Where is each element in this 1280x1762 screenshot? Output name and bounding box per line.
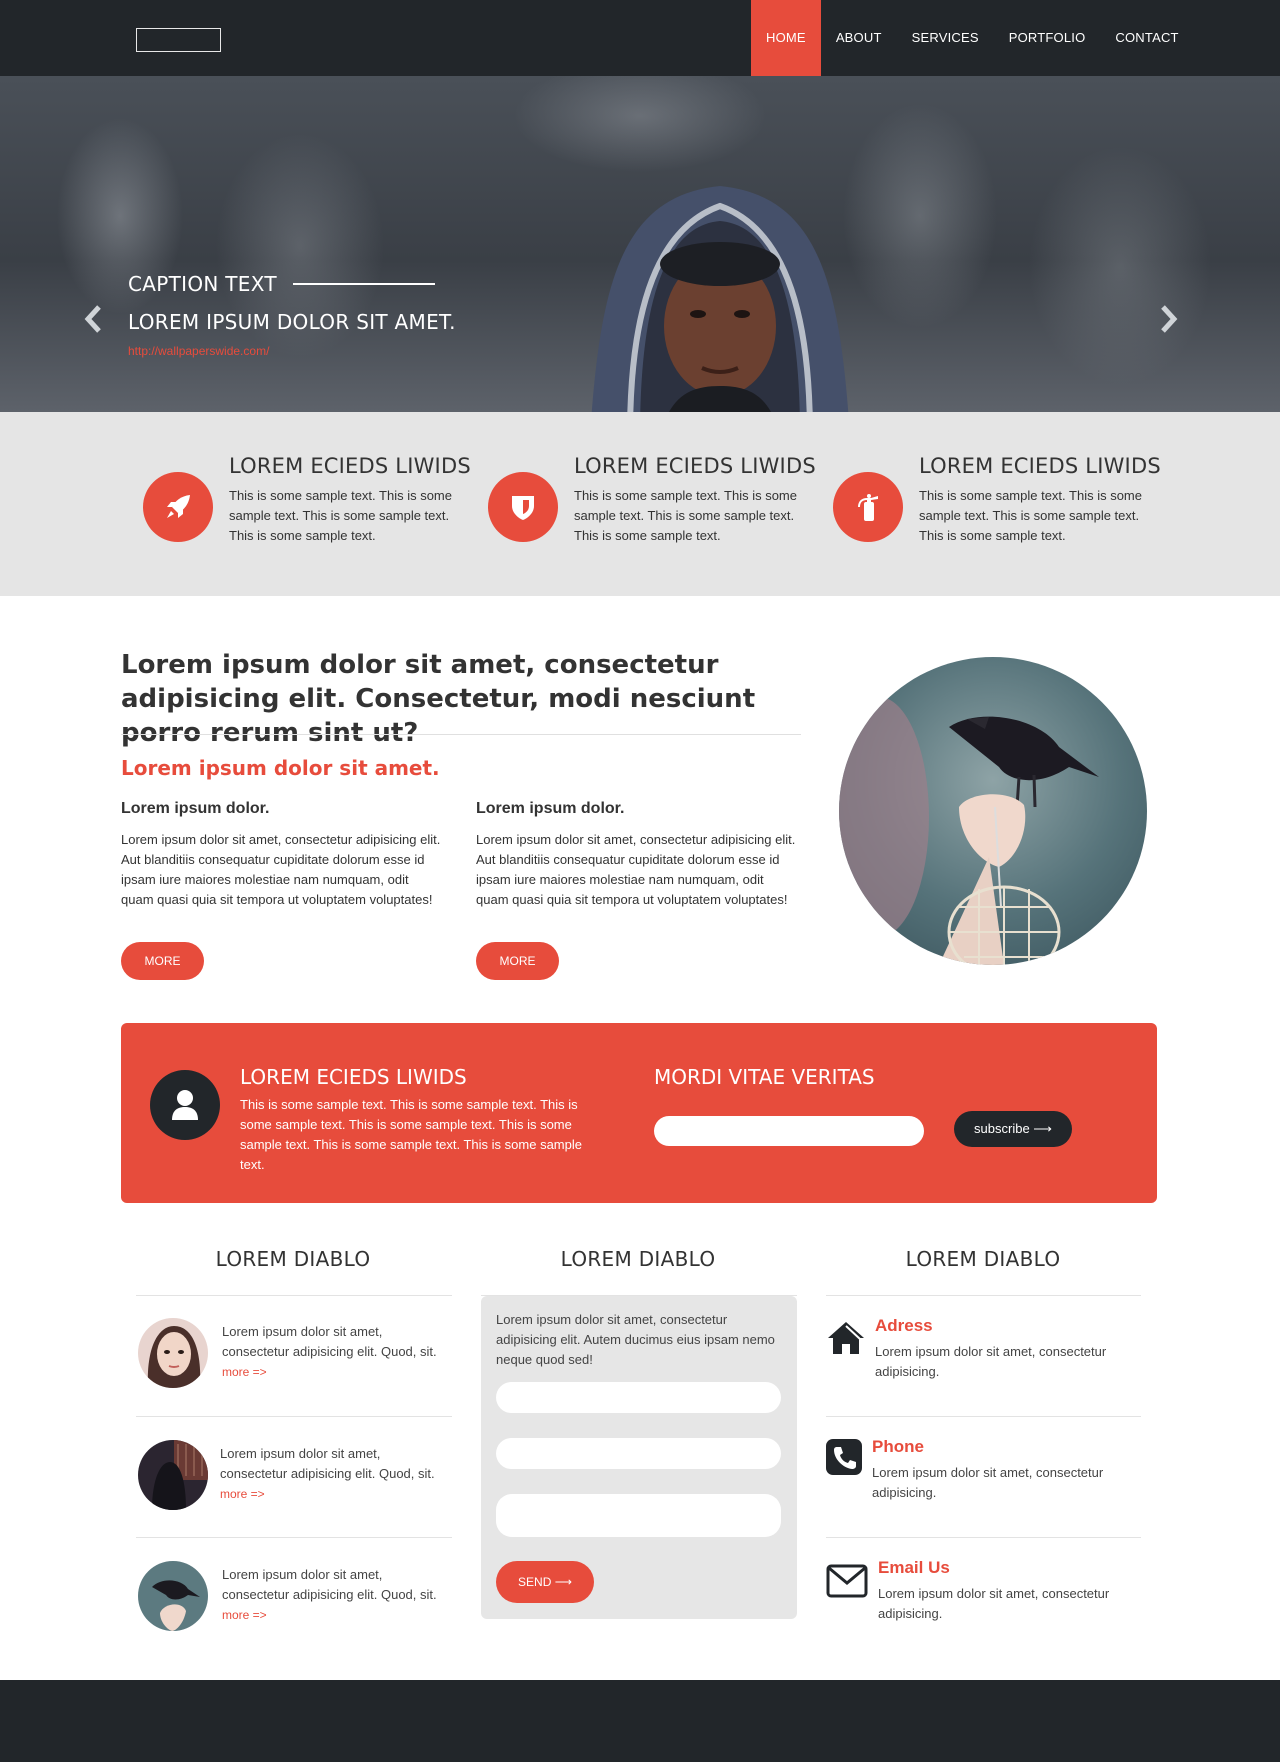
logo[interactable] <box>136 28 221 52</box>
banner-title: LOREM ECIEDS LIWIDS <box>240 1065 467 1089</box>
contact-text: Lorem ipsum dolor sit amet, consectetur … <box>875 1344 1107 1379</box>
hero-slider: CAPTION TEXT LOREM IPSUM DOLOR SIT AMET.… <box>0 76 1280 412</box>
rocket-icon <box>167 495 190 518</box>
feature-title: LOREM ECIEDS LIWIDS <box>229 454 471 478</box>
hero-photo-figure <box>591 186 849 412</box>
more-button[interactable]: MORE <box>121 942 204 980</box>
subscribe-banner: LOREM ECIEDS LIWIDS This is some sample … <box>121 1023 1157 1203</box>
avatar[interactable] <box>138 1440 208 1510</box>
divider <box>826 1295 1141 1296</box>
message-textarea[interactable] <box>496 1494 781 1537</box>
nav-about[interactable]: ABOUT <box>821 0 897 76</box>
intro-subtitle: Lorem ipsum dolor sit amet. <box>121 756 440 780</box>
send-button[interactable]: SEND ⟶ <box>496 1561 594 1603</box>
feature-icon-circle <box>488 472 558 542</box>
caption-subtitle: LOREM IPSUM DOLOR SIT AMET. <box>128 310 456 334</box>
contact-item: Phone Lorem ipsum dolor sit amet, consec… <box>826 1437 1141 1517</box>
avatar[interactable] <box>138 1561 208 1631</box>
divider <box>826 1537 1141 1538</box>
feature-text: This is some sample text. This is some s… <box>574 488 797 543</box>
contact-title: Adress <box>875 1316 933 1335</box>
hero-caption: CAPTION TEXT LOREM IPSUM DOLOR SIT AMET.… <box>128 272 456 358</box>
column-title: LOREM DIABLO <box>905 1247 1061 1271</box>
user-icon-circle <box>150 1070 220 1140</box>
intro-column: Lorem ipsum dolor. Lorem ipsum dolor sit… <box>476 800 796 910</box>
subscribe-title: MORDI VITAE VERITAS <box>654 1065 875 1089</box>
more-link[interactable]: more => <box>222 1362 442 1382</box>
post-text: Lorem ipsum dolor sit amet, consectetur … <box>220 1446 435 1481</box>
caption-rule <box>292 283 435 285</box>
form-text: Lorem ipsum dolor sit amet, consectetur … <box>496 1312 775 1367</box>
nav-home[interactable]: HOME <box>751 0 821 76</box>
divider <box>121 734 801 735</box>
column-text: Lorem ipsum dolor sit amet, consectetur … <box>476 832 796 907</box>
post-text: Lorem ipsum dolor sit amet, consectetur … <box>222 1324 437 1359</box>
more-link[interactable]: more => <box>222 1605 442 1625</box>
list-item: Lorem ipsum dolor sit amet, consectetur … <box>136 1440 452 1512</box>
user-icon <box>172 1090 198 1120</box>
contact-item: Email Us Lorem ipsum dolor sit amet, con… <box>826 1558 1141 1638</box>
contact-title: Phone <box>872 1437 924 1456</box>
contact-text: Lorem ipsum dolor sit amet, consectetur … <box>872 1465 1104 1500</box>
phone-icon <box>826 1439 862 1475</box>
column-text: Lorem ipsum dolor sit amet, consectetur … <box>121 832 441 907</box>
nav-portfolio[interactable]: PORTFOLIO <box>994 0 1101 76</box>
hero-prev-icon[interactable] <box>84 304 102 340</box>
more-link[interactable]: more => <box>220 1484 440 1504</box>
divider <box>136 1295 452 1296</box>
feature-title: LOREM ECIEDS LIWIDS <box>919 454 1161 478</box>
contact-title: Email Us <box>878 1558 950 1577</box>
caption-title: CAPTION TEXT <box>128 272 277 296</box>
avatar[interactable] <box>138 1318 208 1388</box>
feature-text: This is some sample text. This is some s… <box>229 488 452 543</box>
column-title: LOREM DIABLO <box>215 1247 371 1271</box>
main-menu: HOME ABOUT SERVICES PORTFOLIO CONTACT <box>751 0 1194 76</box>
name-input[interactable] <box>496 1382 781 1413</box>
top-navbar: HOME ABOUT SERVICES PORTFOLIO CONTACT <box>0 0 1280 76</box>
divider <box>826 1416 1141 1417</box>
post-text-block: Lorem ipsum dolor sit amet, consectetur … <box>220 1444 440 1504</box>
envelope-icon <box>826 1564 868 1598</box>
list-item: Lorem ipsum dolor sit amet, consectetur … <box>136 1318 452 1390</box>
feature-text: This is some sample text. This is some s… <box>919 488 1142 543</box>
post-text-block: Lorem ipsum dolor sit amet, consectetur … <box>222 1322 442 1382</box>
footer <box>0 1680 1280 1762</box>
nav-contact[interactable]: CONTACT <box>1100 0 1193 76</box>
column-heading: Lorem ipsum dolor. <box>121 800 270 817</box>
contact-form: Lorem ipsum dolor sit amet, consectetur … <box>481 1296 797 1619</box>
email-input[interactable] <box>496 1438 781 1469</box>
hero-next-icon[interactable] <box>1160 304 1178 340</box>
crow-photo <box>839 657 1147 965</box>
banner-text: This is some sample text. This is some s… <box>240 1097 582 1172</box>
subscribe-email-input[interactable] <box>654 1116 924 1146</box>
subscribe-button[interactable]: subscribe ⟶ <box>954 1111 1072 1147</box>
more-button[interactable]: MORE <box>476 942 559 980</box>
divider <box>136 1537 452 1538</box>
nav-services[interactable]: SERVICES <box>897 0 994 76</box>
column-heading: Lorem ipsum dolor. <box>476 800 625 817</box>
feature-icon-circle <box>143 472 213 542</box>
contact-item: Adress Lorem ipsum dolor sit amet, conse… <box>826 1316 1141 1396</box>
post-text-block: Lorem ipsum dolor sit amet, consectetur … <box>222 1565 442 1625</box>
caption-link[interactable]: http://wallpaperswide.com/ <box>128 344 456 358</box>
divider <box>136 1416 452 1417</box>
intro-column: Lorem ipsum dolor. Lorem ipsum dolor sit… <box>121 800 441 910</box>
list-item: Lorem ipsum dolor sit amet, consectetur … <box>136 1561 452 1633</box>
fire-extinguisher-icon <box>858 494 878 521</box>
feature-icon-circle <box>833 472 903 542</box>
post-text: Lorem ipsum dolor sit amet, consectetur … <box>222 1567 437 1602</box>
feature-title: LOREM ECIEDS LIWIDS <box>574 454 816 478</box>
home-icon <box>828 1322 864 1354</box>
column-title: LOREM DIABLO <box>560 1247 716 1271</box>
features-band: LOREM ECIEDS LIWIDS This is some sample … <box>0 412 1280 596</box>
shield-icon <box>512 496 534 520</box>
contact-text: Lorem ipsum dolor sit amet, consectetur … <box>878 1586 1110 1621</box>
